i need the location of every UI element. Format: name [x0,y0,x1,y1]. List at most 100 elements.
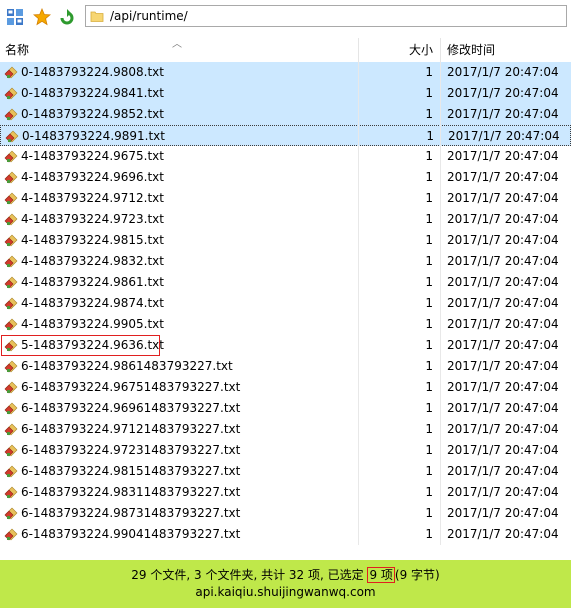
sort-ascending-icon: ︿ [172,39,182,50]
file-size: 1 [425,296,433,310]
file-row[interactable]: 6-1483793224.98311483793227.txt 1 2017/1/7… [0,482,571,503]
file-modified: 2017/1/7 20:47:04 [447,380,559,394]
file-modified: 2017/1/7 20:47:04 [447,149,559,163]
status-bar: 29 个文件, 3 个文件夹, 共计 32 项, 已选定 9 项 (9 字节) a… [0,560,571,608]
text-file-icon [4,212,18,226]
file-row[interactable]: 0-1483793224.9841.txt 1 2017/1/7 20:47:04 [0,83,571,104]
file-size: 1 [425,443,433,457]
file-size: 1 [425,380,433,394]
file-row[interactable]: 6-1483793224.98151483793227.txt 1 2017/1/7… [0,461,571,482]
text-file-icon [4,254,18,268]
file-modified: 2017/1/7 20:47:04 [447,527,559,541]
file-modified: 2017/1/7 20:47:04 [448,129,560,143]
file-modified: 2017/1/7 20:47:04 [447,233,559,247]
refresh-icon[interactable] [58,8,76,26]
file-size: 1 [425,107,433,121]
file-row[interactable]: 4-1483793224.9815.txt 1 2017/1/7 20:47:04 [0,230,571,251]
file-modified: 2017/1/7 20:47:04 [447,296,559,310]
file-name: 6-1483793224.99041483793227.txt [21,527,241,541]
file-row[interactable]: 4-1483793224.9861.txt 1 2017/1/7 20:47:04 [0,272,571,293]
text-file-icon [5,129,19,143]
file-row[interactable]: 6-1483793224.97121483793227.txt 1 2017/1/7… [0,419,571,440]
file-row[interactable]: 5-1483793224.9636.txt 1 2017/1/7 20:47:04 [0,335,571,356]
text-file-icon [4,170,18,184]
file-modified: 2017/1/7 20:47:04 [447,317,559,331]
file-name: 6-1483793224.9861483793227.txt [21,359,233,373]
file-row[interactable]: 4-1483793224.9712.txt 1 2017/1/7 20:47:04 [0,188,571,209]
file-size: 1 [425,527,433,541]
text-file-icon [4,401,18,415]
address-bar[interactable]: /api/runtime/ [85,5,567,27]
selected-size: (9 字节) [394,568,440,582]
file-row[interactable]: 0-1483793224.9852.txt 1 2017/1/7 20:47:04 [0,104,571,125]
file-row[interactable]: 6-1483793224.9861483793227.txt 1 2017/1/7 … [0,356,571,377]
status-host: api.kaiqiu.shuijingwanwq.com [195,585,376,599]
file-name: 4-1483793224.9712.txt [21,191,164,205]
file-name: 0-1483793224.9891.txt [22,129,165,143]
file-name: 6-1483793224.96751483793227.txt [21,380,241,394]
file-modified: 2017/1/7 20:47:04 [447,65,559,79]
file-size: 1 [426,129,434,143]
address-path: /api/runtime/ [110,9,188,23]
file-modified: 2017/1/7 20:47:04 [447,338,559,352]
file-modified: 2017/1/7 20:47:04 [447,464,559,478]
file-name: 0-1483793224.9841.txt [21,86,164,100]
status-summary: 29 个文件, 3 个文件夹, 共计 32 项, 已选定 9 项 (9 字节) [0,566,571,583]
folder-icon [90,9,104,23]
text-file-icon [4,359,18,373]
file-name: 4-1483793224.9675.txt [21,149,164,163]
file-name: 4-1483793224.9861.txt [21,275,164,289]
selected-count: 9 项 [367,567,395,583]
file-modified: 2017/1/7 20:47:04 [447,170,559,184]
file-modified: 2017/1/7 20:47:04 [447,212,559,226]
file-size: 1 [425,254,433,268]
text-file-icon [4,506,18,520]
file-modified: 2017/1/7 20:47:04 [447,86,559,100]
file-size: 1 [425,401,433,415]
computer-icon[interactable] [6,8,24,26]
column-divider[interactable] [358,38,359,62]
file-row[interactable]: 4-1483793224.9723.txt 1 2017/1/7 20:47:04 [0,209,571,230]
text-file-icon [4,233,18,247]
favorite-star-icon[interactable] [32,7,52,26]
text-file-icon [4,380,18,394]
file-row[interactable]: 6-1483793224.99041483793227.txt 1 2017/1/7… [0,524,571,545]
file-name: 4-1483793224.9832.txt [21,254,164,268]
file-row[interactable]: 0-1483793224.9891.txt 1 2017/1/7 20:47:04 [0,125,571,146]
file-row[interactable]: 6-1483793224.96751483793227.txt 1 2017/1/7… [0,377,571,398]
file-name: 4-1483793224.9874.txt [21,296,164,310]
file-size: 1 [425,338,433,352]
toolbar: /api/runtime/ [0,0,571,34]
file-row[interactable]: 4-1483793224.9696.txt 1 2017/1/7 20:47:04 [0,167,571,188]
text-file-icon [4,317,18,331]
status-summary-text: 29 个文件, 3 个文件夹, 共计 32 项, 已选定 [131,568,364,582]
column-gridline [440,62,441,545]
file-row[interactable]: 6-1483793224.96961483793227.txt 1 2017/1/7… [0,398,571,419]
file-row[interactable]: 0-1483793224.9808.txt 1 2017/1/7 20:47:04 [0,62,571,83]
column-divider[interactable] [440,38,441,62]
text-file-icon [4,464,18,478]
file-row[interactable]: 4-1483793224.9832.txt 1 2017/1/7 20:47:04 [0,251,571,272]
file-row[interactable]: 6-1483793224.97231483793227.txt 1 2017/1/7… [0,440,571,461]
file-size: 1 [425,65,433,79]
file-modified: 2017/1/7 20:47:04 [447,107,559,121]
file-row[interactable]: 4-1483793224.9905.txt 1 2017/1/7 20:47:04 [0,314,571,335]
column-header: ︿ 名称 大小 修改时间 [0,38,571,62]
text-file-icon [4,527,18,541]
file-row[interactable]: 6-1483793224.98731483793227.txt 1 2017/1/7… [0,503,571,524]
column-header-size[interactable]: 大小 [360,38,433,62]
text-file-icon [4,191,18,205]
file-row[interactable]: 4-1483793224.9874.txt 1 2017/1/7 20:47:04 [0,293,571,314]
file-name: 6-1483793224.98311483793227.txt [21,485,241,499]
file-size: 1 [425,191,433,205]
column-header-name[interactable]: 名称 [5,38,29,62]
file-name: 6-1483793224.98151483793227.txt [21,464,241,478]
file-row[interactable]: 4-1483793224.9675.txt 1 2017/1/7 20:47:04 [0,146,571,167]
text-file-icon [4,65,18,79]
column-header-modified[interactable]: 修改时间 [447,38,495,62]
file-name: 0-1483793224.9852.txt [21,107,164,121]
file-list[interactable]: 0-1483793224.9808.txt 1 2017/1/7 20:47:04 0… [0,62,571,558]
text-file-icon [4,443,18,457]
file-modified: 2017/1/7 20:47:04 [447,422,559,436]
text-file-icon [4,86,18,100]
